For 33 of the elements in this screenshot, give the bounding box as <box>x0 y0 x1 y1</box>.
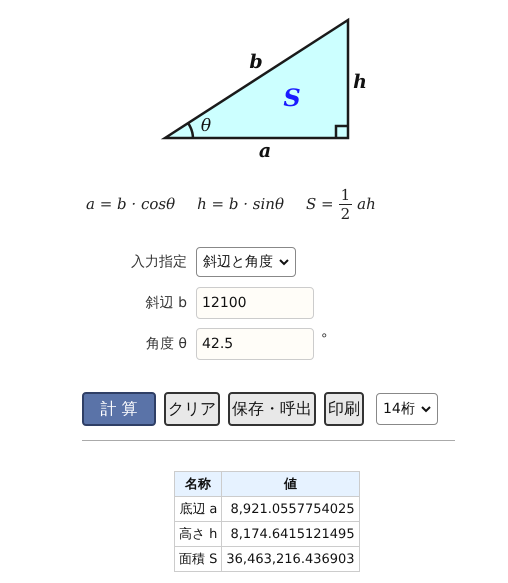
field-label: 入力指定 <box>130 253 188 271</box>
input-mode-select[interactable]: 斜辺と角度 <box>196 247 296 277</box>
chevron-down-icon <box>279 258 289 266</box>
side-label: h <box>353 71 367 93</box>
action-button[interactable]: 保存・呼出 <box>228 392 316 426</box>
area-label: S <box>283 83 301 112</box>
field-label: 角度 θ <box>144 335 188 353</box>
column-header: 値 <box>222 472 360 496</box>
table-cell: 面積 S <box>174 546 222 572</box>
side-label: b <box>249 51 263 73</box>
chevron-down-icon <box>420 406 431 412</box>
table-cell: 高さ h <box>174 522 222 546</box>
side-label: a <box>258 140 272 162</box>
formula-rhs: ah <box>357 195 376 213</box>
action-button[interactable]: クリア <box>164 392 220 426</box>
fraction-denominator: 2 <box>340 204 350 222</box>
formula: a = b · cosθ <box>86 195 176 213</box>
table-cell: 8,174.6415121495 <box>222 522 360 546</box>
input-field[interactable]: 12100 <box>196 287 314 319</box>
calculate-button[interactable]: 計 算 <box>82 392 156 426</box>
column-header: 名称 <box>174 472 222 496</box>
fraction-numerator: 1 <box>338 186 352 204</box>
formula: h = b · sinθ <box>197 195 284 213</box>
angle-label: θ <box>200 116 212 136</box>
table-cell: 8,921.0557754025 <box>222 496 360 522</box>
action-button[interactable]: 印刷 <box>324 392 364 426</box>
table-cell: 36,463,216.436903 <box>222 546 360 572</box>
input-field[interactable]: 42.5 <box>196 328 314 360</box>
formula-lhs: S = <box>306 195 334 213</box>
field-label: 斜辺 b <box>144 294 188 312</box>
unit-label: ° <box>321 332 328 346</box>
digits-select[interactable]: 14桁 <box>376 393 438 425</box>
table-cell: 底辺 a <box>174 496 222 522</box>
